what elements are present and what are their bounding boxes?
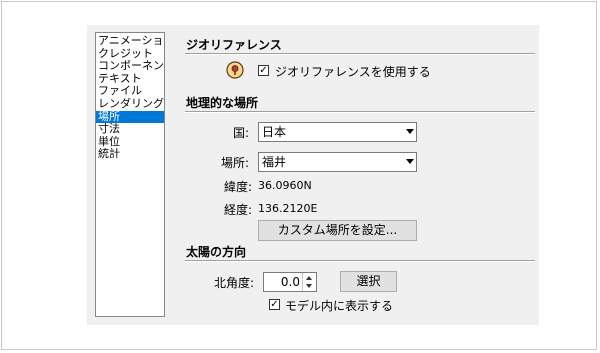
north-angle-value: 0.0 [280, 275, 300, 289]
north-angle-label: 北角度: [214, 276, 255, 290]
country-dropdown[interactable]: 日本 [258, 122, 417, 142]
show-in-model-checkbox[interactable]: ✓ [269, 299, 280, 310]
place-value: 福井 [262, 155, 287, 169]
sidebar-item-units[interactable]: 単位 [96, 136, 164, 149]
sidebar-item-text[interactable]: テキスト [96, 73, 164, 86]
latitude-label: 緯度: [224, 180, 253, 194]
select-north-button[interactable]: 選択 [340, 271, 397, 292]
model-info-dialog: アニメーション クレジット コンポーネント テキスト ファイル レンダリング 場… [87, 25, 539, 325]
longitude-label: 経度: [224, 203, 253, 217]
longitude-value: 136.2120E [258, 202, 318, 215]
country-value: 日本 [262, 125, 287, 139]
sidebar-item-components[interactable]: コンポーネント [96, 60, 164, 73]
place-dropdown[interactable]: 福井 [258, 152, 417, 172]
sun-direction-divider [185, 260, 535, 262]
north-angle-stepper[interactable]: 0.0 [263, 272, 317, 292]
spin-down-icon[interactable] [306, 284, 312, 288]
spin-up-icon[interactable] [306, 276, 312, 280]
sidebar-item-dimensions[interactable]: 寸法 [96, 123, 164, 136]
use-georeference-label: ジオリファレンスを使用する [275, 65, 431, 79]
show-in-model-label: モデル内に表示する [285, 299, 394, 313]
chevron-down-icon [406, 129, 414, 134]
georeference-divider [185, 53, 535, 55]
location-heading: 地理的な場所 [186, 96, 259, 110]
sidebar-item-rendering[interactable]: レンダリング [96, 98, 164, 111]
spin-buttons[interactable] [302, 273, 316, 291]
latitude-value: 36.0960N [258, 179, 312, 192]
sidebar-item-credits[interactable]: クレジット [96, 48, 164, 61]
category-list[interactable]: アニメーション クレジット コンポーネント テキスト ファイル レンダリング 場… [95, 32, 165, 317]
sun-direction-heading: 太陽の方向 [186, 245, 247, 259]
sidebar-item-location[interactable]: 場所 [96, 110, 164, 124]
chevron-down-icon [406, 159, 414, 164]
geo-pin-icon [226, 61, 244, 79]
sidebar-item-file[interactable]: ファイル [96, 85, 164, 98]
sidebar-item-statistics[interactable]: 統計 [96, 148, 164, 161]
location-divider [185, 111, 535, 113]
set-custom-location-button[interactable]: カスタム場所を設定... [258, 220, 417, 241]
country-label: 国: [233, 126, 250, 140]
place-label: 場所: [221, 156, 250, 170]
georeference-heading: ジオリファレンス [186, 38, 282, 52]
use-georeference-checkbox[interactable]: ✓ [258, 65, 269, 76]
sidebar-item-animation[interactable]: アニメーション [96, 35, 164, 48]
